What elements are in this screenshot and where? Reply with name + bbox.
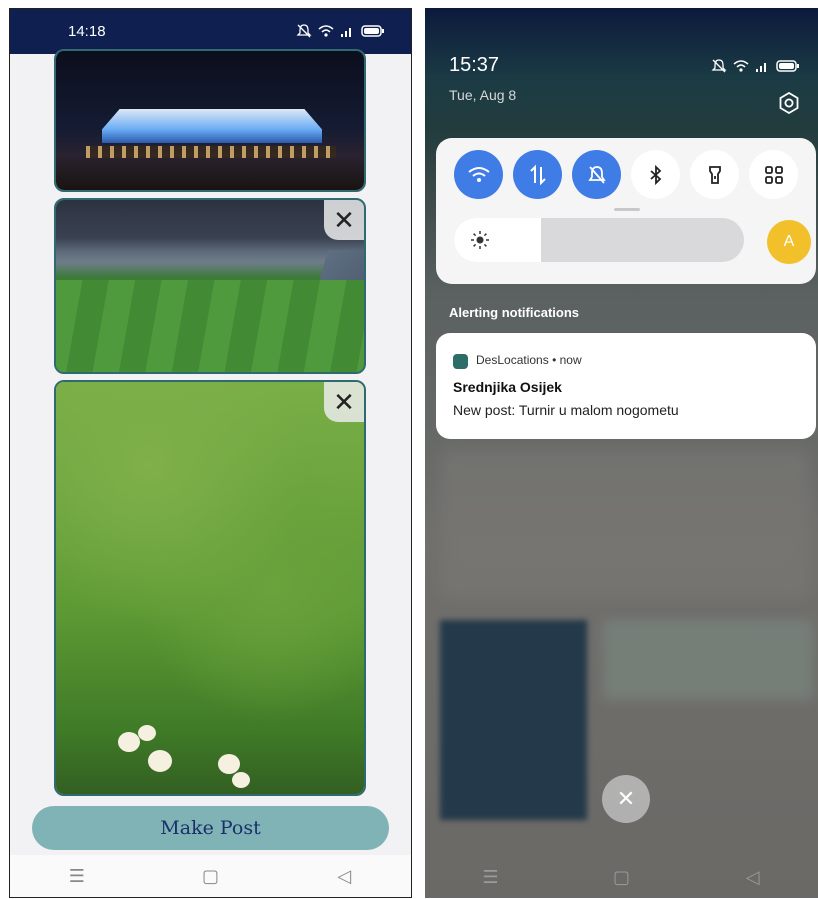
bell-off-icon xyxy=(587,165,606,184)
status-icons xyxy=(295,23,385,39)
wifi-icon xyxy=(318,25,334,37)
left-phone-screen: 14:18 ✕ ✕ Make Post ☰ ▢ ◁ xyxy=(9,8,412,898)
stadium-roof xyxy=(102,109,322,143)
flower xyxy=(232,772,250,788)
home-nav-icon[interactable]: ▢ xyxy=(577,867,667,888)
bluetooth-toggle[interactable] xyxy=(631,150,680,199)
menu-nav-icon[interactable]: ☰ xyxy=(32,866,122,887)
wifi-icon xyxy=(733,60,749,72)
notification-app-row: DesLocations • now xyxy=(476,353,582,367)
data-arrows-icon xyxy=(529,164,546,185)
wifi-icon xyxy=(467,166,490,182)
image-card-2: ✕ xyxy=(54,198,366,374)
stadium-pitch xyxy=(56,280,364,372)
brightness-slider[interactable] xyxy=(454,218,744,262)
quick-settings-tiles xyxy=(454,150,798,199)
quick-settings-panel: A xyxy=(436,138,816,284)
signal-icon xyxy=(341,28,351,37)
remove-image-button[interactable]: ✕ xyxy=(324,382,364,422)
status-icons xyxy=(710,58,800,74)
image-card-1 xyxy=(54,49,366,192)
apps-grid-icon xyxy=(764,165,783,184)
status-time: 15:37 xyxy=(449,54,500,76)
flower xyxy=(138,725,156,741)
notification-card[interactable]: DesLocations • now Srednjika Osijek New … xyxy=(436,333,816,439)
remove-image-button[interactable]: ✕ xyxy=(324,200,364,240)
close-icon: ✕ xyxy=(333,386,355,417)
do-not-disturb-toggle[interactable] xyxy=(572,150,621,199)
stadium-day-photo xyxy=(56,200,364,372)
wifi-toggle[interactable] xyxy=(454,150,503,199)
image-card-3: ✕ xyxy=(54,380,366,796)
status-time: 14:18 xyxy=(68,23,106,40)
bell-off-icon xyxy=(711,59,727,73)
separator-dot: • xyxy=(552,353,557,367)
make-post-button[interactable]: Make Post xyxy=(32,806,389,850)
notification-body: New post: Turnir u malom nogometu xyxy=(453,402,679,418)
app-name: DesLocations xyxy=(476,353,549,367)
notification-title: Srednjika Osijek xyxy=(453,379,562,395)
battery-icon xyxy=(776,60,799,72)
bluetooth-icon xyxy=(649,164,661,185)
flower xyxy=(218,754,240,774)
navigation-bar: ☰ ▢ ◁ xyxy=(10,855,411,897)
flower xyxy=(148,750,172,772)
grass-photo xyxy=(56,382,364,794)
panel-drag-handle[interactable] xyxy=(614,208,640,211)
close-icon: ✕ xyxy=(333,204,355,235)
alerting-notifications-header: Alerting notifications xyxy=(449,305,579,320)
navigation-bar: ☰ ▢ ◁ xyxy=(425,856,818,898)
brightness-fill xyxy=(454,218,541,262)
app-icon xyxy=(453,354,468,369)
battery-icon xyxy=(361,25,384,37)
stadium-night-photo xyxy=(56,51,364,190)
flashlight-icon xyxy=(708,165,721,184)
mobile-data-toggle[interactable] xyxy=(513,150,562,199)
bell-off-icon xyxy=(296,24,312,38)
status-bar: 15:37 Tue, Aug 8 xyxy=(425,8,818,118)
signal-icon xyxy=(756,63,766,72)
flashlight-toggle[interactable] xyxy=(690,150,739,199)
status-bar: 14:18 xyxy=(10,9,411,54)
flower xyxy=(118,732,140,752)
auto-brightness-button[interactable]: A xyxy=(767,220,811,264)
notification-time: now xyxy=(559,353,582,367)
clear-all-button[interactable]: ✕ xyxy=(602,775,650,823)
back-nav-icon[interactable]: ◁ xyxy=(708,867,798,888)
back-nav-icon[interactable]: ◁ xyxy=(299,866,389,887)
sun-icon xyxy=(471,231,489,249)
settings-gear-icon[interactable] xyxy=(778,92,800,114)
more-tiles-toggle[interactable] xyxy=(749,150,798,199)
status-date: Tue, Aug 8 xyxy=(449,87,517,103)
home-nav-icon[interactable]: ▢ xyxy=(165,866,255,887)
right-phone-screen: 15:37 Tue, Aug 8 A Alerting notification… xyxy=(425,8,818,898)
menu-nav-icon[interactable]: ☰ xyxy=(446,867,536,888)
stadium-lights xyxy=(86,146,336,158)
